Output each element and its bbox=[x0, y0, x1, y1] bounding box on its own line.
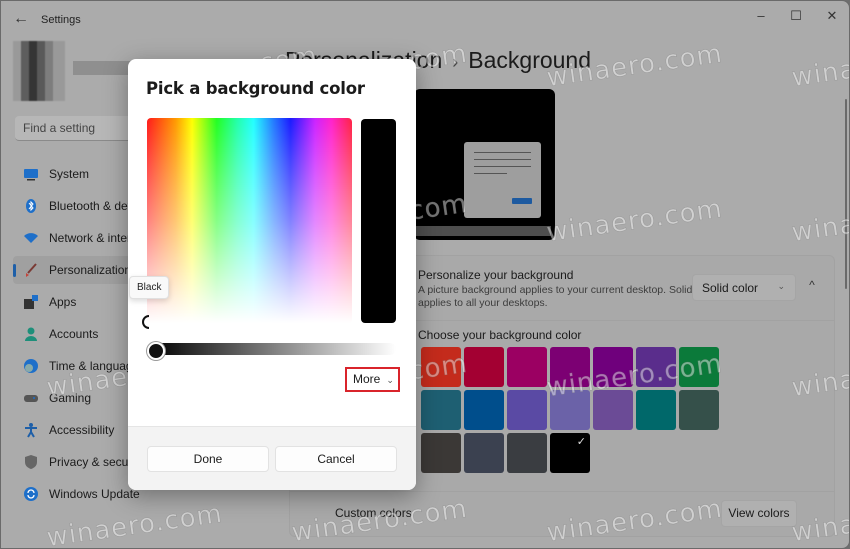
brightness-slider-thumb[interactable] bbox=[147, 342, 165, 360]
checkmark-icon: ✓ bbox=[576, 436, 586, 448]
sidebar-item-system[interactable]: System bbox=[13, 160, 133, 188]
color-card-title: Choose your background color bbox=[418, 328, 582, 342]
sidebar-item-gaming[interactable]: Gaming bbox=[13, 384, 133, 412]
chevron-down-icon: ⌄ bbox=[777, 281, 785, 291]
color-swatch[interactable] bbox=[679, 390, 719, 430]
user-avatar bbox=[13, 41, 65, 101]
personalize-title: Personalize your background bbox=[418, 268, 574, 282]
dialog-title: Pick a background color bbox=[146, 79, 365, 98]
sidebar-item-time-language[interactable]: Time & language bbox=[13, 352, 139, 380]
brightness-slider[interactable] bbox=[149, 343, 396, 355]
shield-icon bbox=[23, 454, 39, 470]
color-swatch[interactable] bbox=[464, 433, 504, 473]
title-bar: ← Settings – ☐ ✕ bbox=[1, 1, 849, 41]
color-swatch[interactable] bbox=[464, 347, 504, 387]
user-name-blurred bbox=[73, 61, 133, 75]
color-swatch[interactable] bbox=[507, 390, 547, 430]
brush-icon bbox=[23, 262, 39, 278]
view-colors-button[interactable]: View colors bbox=[721, 500, 797, 527]
sidebar-item-label: Windows Update bbox=[49, 487, 140, 501]
desktop-preview bbox=[414, 89, 555, 240]
sidebar-item-label: Accounts bbox=[49, 327, 99, 341]
sidebar-item-privacy-security[interactable]: Privacy & security bbox=[13, 448, 144, 476]
gamepad-icon bbox=[23, 390, 39, 406]
accessibility-icon bbox=[23, 422, 39, 438]
color-swatch[interactable] bbox=[421, 433, 461, 473]
personalize-desc-2: applies to all your desktops. bbox=[418, 297, 548, 309]
background-type-dropdown[interactable]: Solid color ⌄ bbox=[692, 274, 796, 301]
minimize-button[interactable]: – bbox=[746, 7, 776, 25]
color-swatch[interactable]: ✓ bbox=[550, 433, 590, 473]
sidebar-item-label: System bbox=[49, 167, 90, 181]
apps-icon bbox=[23, 294, 39, 310]
scrollbar[interactable] bbox=[845, 99, 847, 289]
find-setting-search[interactable]: Find a setting bbox=[15, 116, 133, 141]
search-placeholder: Find a setting bbox=[23, 121, 96, 135]
clock-globe-icon bbox=[23, 358, 39, 374]
preview-taskbar bbox=[414, 226, 551, 236]
sidebar-item-label: Gaming bbox=[49, 391, 92, 405]
done-button[interactable]: Done bbox=[147, 446, 269, 472]
sidebar-item-windows-update[interactable]: Windows Update bbox=[13, 480, 140, 508]
watermark-text: winaero.com bbox=[789, 38, 850, 94]
sidebar-item-bluetooth-devices[interactable]: Bluetooth & devices bbox=[13, 192, 155, 220]
breadcrumb-separator: › bbox=[452, 52, 459, 72]
close-button[interactable]: ✕ bbox=[817, 7, 847, 25]
custom-colors-card: Custom colors View colors bbox=[289, 491, 835, 537]
color-swatch[interactable] bbox=[507, 433, 547, 473]
maximize-button[interactable]: ☐ bbox=[781, 7, 811, 25]
person-icon bbox=[23, 326, 39, 342]
cancel-button[interactable]: Cancel bbox=[275, 446, 397, 472]
watermark-text: winaero.com bbox=[789, 193, 850, 249]
sidebar-item-accessibility[interactable]: Accessibility bbox=[13, 416, 133, 444]
sidebar-item-personalization[interactable]: Personalization bbox=[13, 256, 133, 284]
color-name-tooltip: Black bbox=[129, 276, 170, 299]
active-indicator bbox=[13, 264, 16, 277]
wifi-icon bbox=[23, 230, 39, 246]
app-title: Settings bbox=[41, 14, 81, 26]
custom-colors-label: Custom colors bbox=[335, 506, 412, 520]
update-icon bbox=[23, 486, 39, 502]
color-swatch[interactable] bbox=[679, 347, 719, 387]
color-swatch[interactable] bbox=[550, 390, 590, 430]
sidebar-item-label: Personalization bbox=[49, 263, 132, 277]
watermark-text: winaero.com bbox=[544, 193, 725, 249]
chevron-up-icon[interactable]: ^ bbox=[804, 278, 820, 294]
color-swatch[interactable] bbox=[421, 390, 461, 430]
sidebar-item-label: Time & language bbox=[49, 359, 140, 373]
dialog-footer: Done Cancel bbox=[128, 426, 416, 490]
sidebar-item-apps[interactable]: Apps bbox=[13, 288, 133, 316]
color-swatch[interactable] bbox=[507, 347, 547, 387]
sidebar-item-accounts[interactable]: Accounts bbox=[13, 320, 133, 348]
annotation-highlight-box bbox=[345, 367, 400, 392]
color-spectrum[interactable] bbox=[147, 118, 352, 323]
sidebar-item-network-internet[interactable]: Network & internet bbox=[13, 224, 148, 252]
color-picker-dialog: Pick a background color Black More ⌄ Done… bbox=[128, 59, 416, 490]
bluetooth-icon bbox=[23, 198, 39, 214]
color-swatch[interactable] bbox=[593, 390, 633, 430]
color-swatch[interactable] bbox=[421, 347, 461, 387]
preview-window bbox=[464, 142, 541, 218]
dropdown-value: Solid color bbox=[702, 281, 759, 295]
sidebar-item-label: Accessibility bbox=[49, 423, 115, 437]
color-swatch[interactable] bbox=[636, 347, 676, 387]
sidebar-item-label: Apps bbox=[49, 295, 77, 309]
page-title: Background bbox=[468, 47, 592, 73]
selected-color-preview bbox=[361, 119, 396, 323]
monitor-icon bbox=[23, 166, 39, 182]
color-swatch[interactable] bbox=[593, 347, 633, 387]
back-arrow-icon[interactable]: ← bbox=[13, 11, 29, 27]
color-swatch[interactable] bbox=[636, 390, 676, 430]
color-swatch[interactable] bbox=[550, 347, 590, 387]
color-swatch[interactable] bbox=[464, 390, 504, 430]
